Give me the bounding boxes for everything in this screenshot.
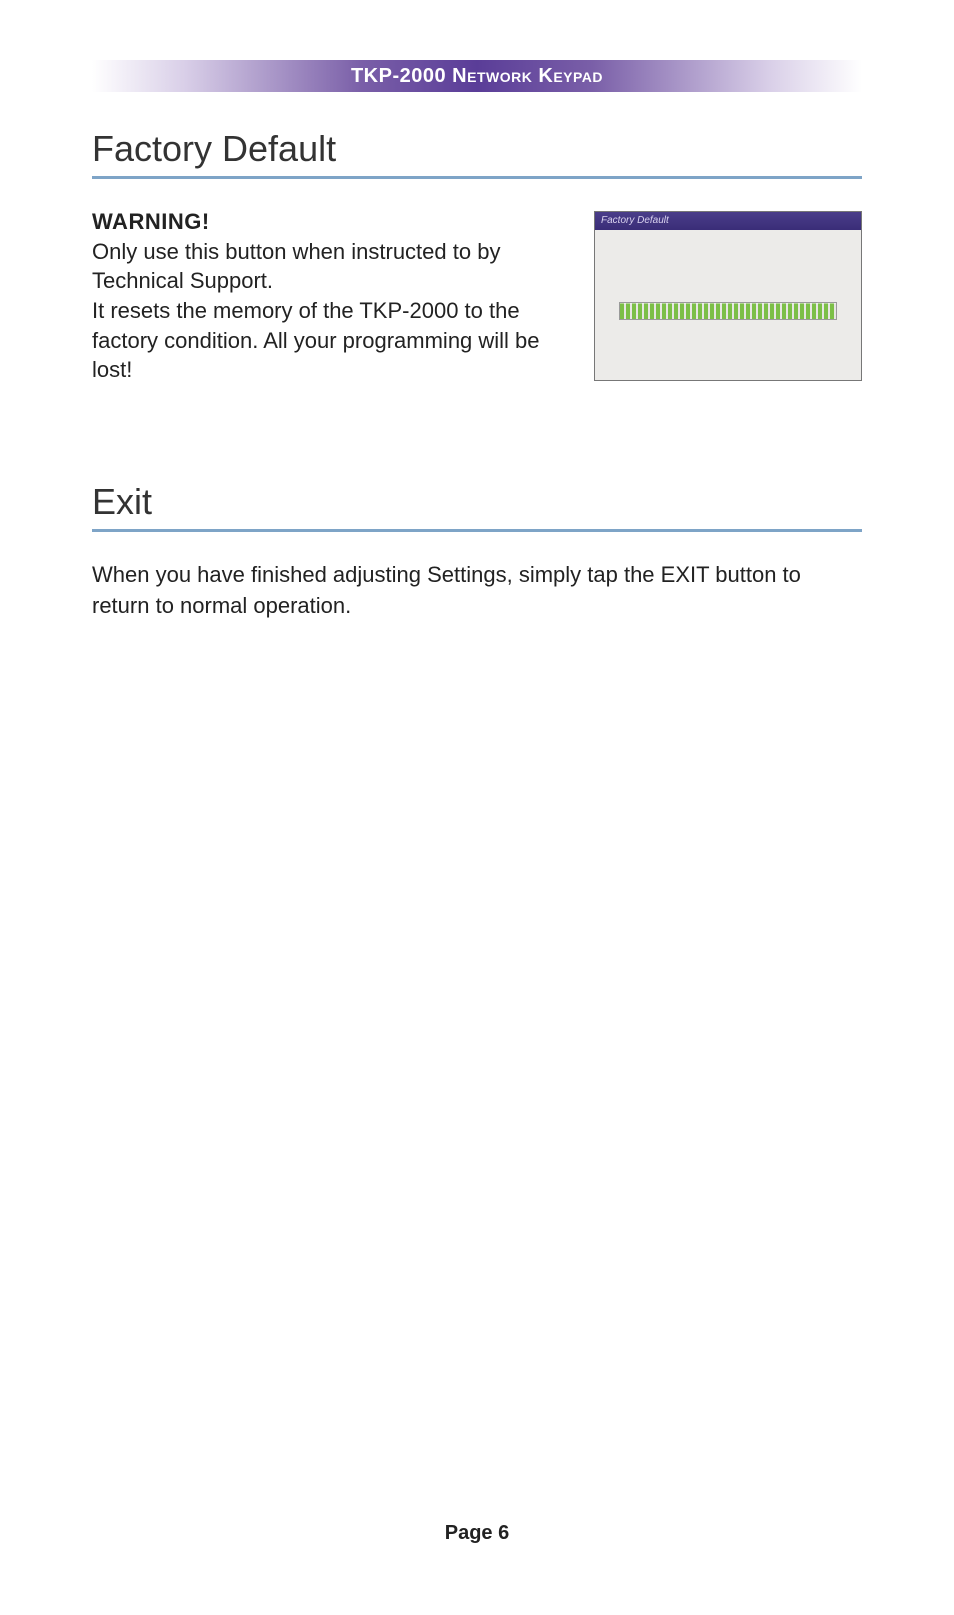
warning-label: WARNING! xyxy=(92,209,210,234)
document-page: TKP-2000 Network Keypad Factory Default … xyxy=(0,0,954,1615)
section-rule xyxy=(92,176,862,179)
factory-default-figure: Factory Default xyxy=(594,211,862,381)
figure-titlebar: Factory Default xyxy=(595,212,861,230)
spacer xyxy=(92,385,862,445)
progress-bar xyxy=(619,302,837,320)
section-rule xyxy=(92,529,862,532)
section-title-exit: Exit xyxy=(92,481,862,523)
figure-body xyxy=(595,230,861,380)
page-footer: Page 6 xyxy=(0,1522,954,1545)
factory-default-para1: Only use this button when instructed to … xyxy=(92,239,500,294)
header-title: TKP-2000 Network Keypad xyxy=(351,65,603,87)
factory-default-para2: It resets the memory of the TKP-2000 to … xyxy=(92,298,540,382)
exit-paragraph: When you have finished adjusting Setting… xyxy=(92,560,862,622)
section-title-factory-default: Factory Default xyxy=(92,128,862,170)
factory-default-row: WARNING! Only use this button when instr… xyxy=(92,207,862,385)
header-bar: TKP-2000 Network Keypad xyxy=(92,60,862,92)
page-number: Page 6 xyxy=(445,1522,509,1544)
factory-default-text: WARNING! Only use this button when instr… xyxy=(92,207,570,385)
